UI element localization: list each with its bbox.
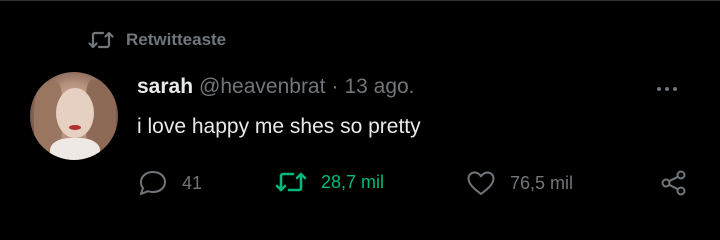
- share-icon: [660, 169, 688, 197]
- retweet-count: 28,7 mil: [321, 171, 385, 192]
- tweet-text: i love happy me shes so pretty: [137, 115, 421, 138]
- retweet-button[interactable]: 28,7 mil: [275, 169, 384, 195]
- share-button[interactable]: [660, 169, 688, 197]
- like-button[interactable]: 76,5 mil: [466, 169, 573, 197]
- more-options-icon[interactable]: [657, 87, 677, 91]
- author-handle[interactable]: @heavenbrat: [199, 75, 325, 99]
- retweet-icon: [275, 169, 307, 195]
- reply-button[interactable]: 41: [138, 169, 202, 197]
- avatar[interactable]: [30, 72, 118, 160]
- tweet-header: sarah @heavenbrat · 13 ago.: [137, 75, 415, 99]
- reply-count: 41: [182, 172, 203, 193]
- reply-icon: [138, 169, 168, 197]
- tweet-actions: 41 28,7 mil 76,5 mil: [0, 169, 720, 203]
- tweet-card[interactable]: Retwitteaste sarah @heavenbrat · 13 ago.…: [0, 0, 720, 240]
- retweet-icon: [88, 29, 114, 51]
- separator-dot: ·: [331, 75, 339, 98]
- retweet-banner-label: Retwitteaste: [126, 30, 227, 49]
- heart-icon: [466, 169, 496, 197]
- tweet-date[interactable]: 13 ago.: [344, 75, 414, 99]
- retweet-banner: Retwitteaste: [88, 29, 226, 51]
- author-name[interactable]: sarah: [137, 75, 193, 99]
- like-count: 76,5 mil: [510, 172, 574, 193]
